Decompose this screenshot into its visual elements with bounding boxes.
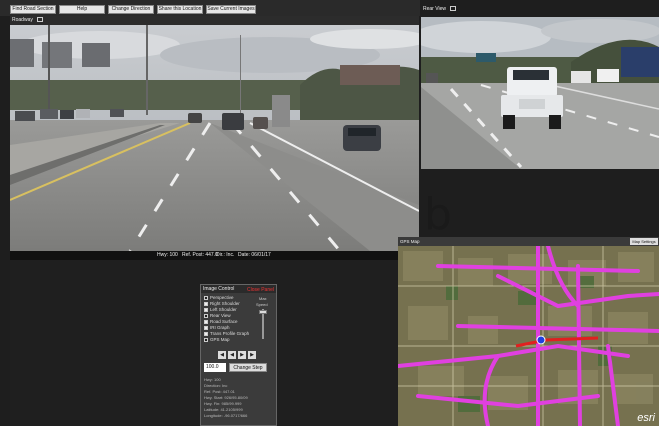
speed-slider-handle[interactable] (259, 310, 267, 314)
metadata-line: Hwy. Fin: 985/99.999 (204, 401, 242, 406)
roadway-title: Roadway (12, 17, 33, 23)
expand-icon[interactable] (36, 17, 43, 23)
checkbox[interactable] (204, 325, 208, 330)
image-control-title-bar: Image Control Close Panel (201, 285, 276, 293)
layer-checkbox-row[interactable]: GPS Map (204, 337, 230, 343)
close-panel-button[interactable]: Close Panel (247, 286, 274, 294)
checkbox-label: Road Surface (210, 319, 238, 324)
rear-view-scene (421, 17, 659, 169)
metadata-line: Hwy. Start: 926/95.80/09 (204, 395, 248, 400)
top-toolbar: Find Road Section Help Change Direction … (0, 0, 420, 16)
expand-icon[interactable] (449, 6, 456, 12)
play-forward-icon[interactable]: ▶ (238, 351, 246, 359)
gps-map-title: GPS Map (400, 239, 420, 244)
change-direction-button[interactable]: Change Direction (108, 5, 154, 14)
find-road-section-button[interactable]: Find Road Section (10, 5, 56, 14)
checkbox-label: Trans Profile Graph (210, 331, 250, 336)
checkbox[interactable] (204, 337, 208, 342)
roadway-image (10, 25, 419, 251)
checkbox-label: Rear View (210, 313, 231, 318)
gps-map-canvas[interactable] (398, 246, 659, 426)
checkbox[interactable] (204, 307, 208, 312)
playback-controls: ◀ ◀ ▶ ▶ (218, 351, 260, 359)
metadata-line: Latitude: 41.2105/999 (204, 407, 243, 412)
checkbox[interactable] (204, 331, 208, 336)
location-info-strip: Hwy: 100 Ref. Post: 447.0 Dir.: Inc. Dat… (10, 251, 419, 260)
ref-post-info: Ref. Post: 447.0 (182, 252, 218, 258)
gps-map[interactable]: esri (398, 246, 659, 426)
roadway-title-bar: Roadway (10, 16, 419, 25)
figure-label: b (424, 189, 452, 240)
checkbox-label: GPS Map (210, 337, 230, 342)
metadata-line: Hwy: 100 (204, 377, 221, 382)
metadata-line: Ref. Post: 447.01 (204, 389, 235, 394)
step-forward-icon[interactable]: ▶ (248, 351, 256, 359)
rear-view-image (421, 17, 659, 169)
checkbox-label: Right Shoulder (210, 301, 240, 306)
checkbox[interactable] (204, 319, 208, 324)
play-back-icon[interactable]: ◀ (228, 351, 236, 359)
rear-view-title-bar: Rear View (421, 5, 659, 14)
checkbox-label: IRI Graph (210, 325, 230, 330)
speed-label: Speed (256, 302, 268, 307)
step-input[interactable]: 100.0 (204, 363, 226, 372)
metadata-line: Direction: Inc (204, 383, 228, 388)
share-location-button[interactable]: Share this Location (157, 5, 203, 14)
metadata-line: Longitude: -96.0717/666 (204, 413, 248, 418)
step-back-icon[interactable]: ◀ (218, 351, 226, 359)
esri-logo: esri (637, 412, 655, 424)
current-position-marker (536, 335, 546, 345)
roadway-scene (10, 25, 419, 251)
image-control-title: Image Control (203, 286, 235, 292)
direction-info: Dir.: Inc. (216, 252, 235, 258)
checkbox[interactable] (204, 295, 208, 300)
date-info: Date: 06/01/17 (238, 252, 271, 258)
gps-map-title-bar: GPS Map Map Settings (398, 237, 659, 246)
change-step-button[interactable]: Change Step (229, 363, 267, 372)
checkbox[interactable] (204, 301, 208, 306)
map-settings-button[interactable]: Map Settings (630, 238, 658, 245)
help-button[interactable]: Help (59, 5, 105, 14)
save-images-button[interactable]: Save Current Images (206, 5, 256, 14)
rear-view-title: Rear View (423, 6, 446, 12)
image-control-panel: Image Control Close Panel Perspective Rig… (200, 284, 277, 426)
checkbox[interactable] (204, 313, 208, 318)
hwy-info: Hwy: 100 (157, 252, 178, 258)
checkbox-label: Left Shoulder (210, 307, 237, 312)
speed-max-label: Max (259, 296, 267, 301)
checkbox-label: Perspective (210, 295, 234, 300)
